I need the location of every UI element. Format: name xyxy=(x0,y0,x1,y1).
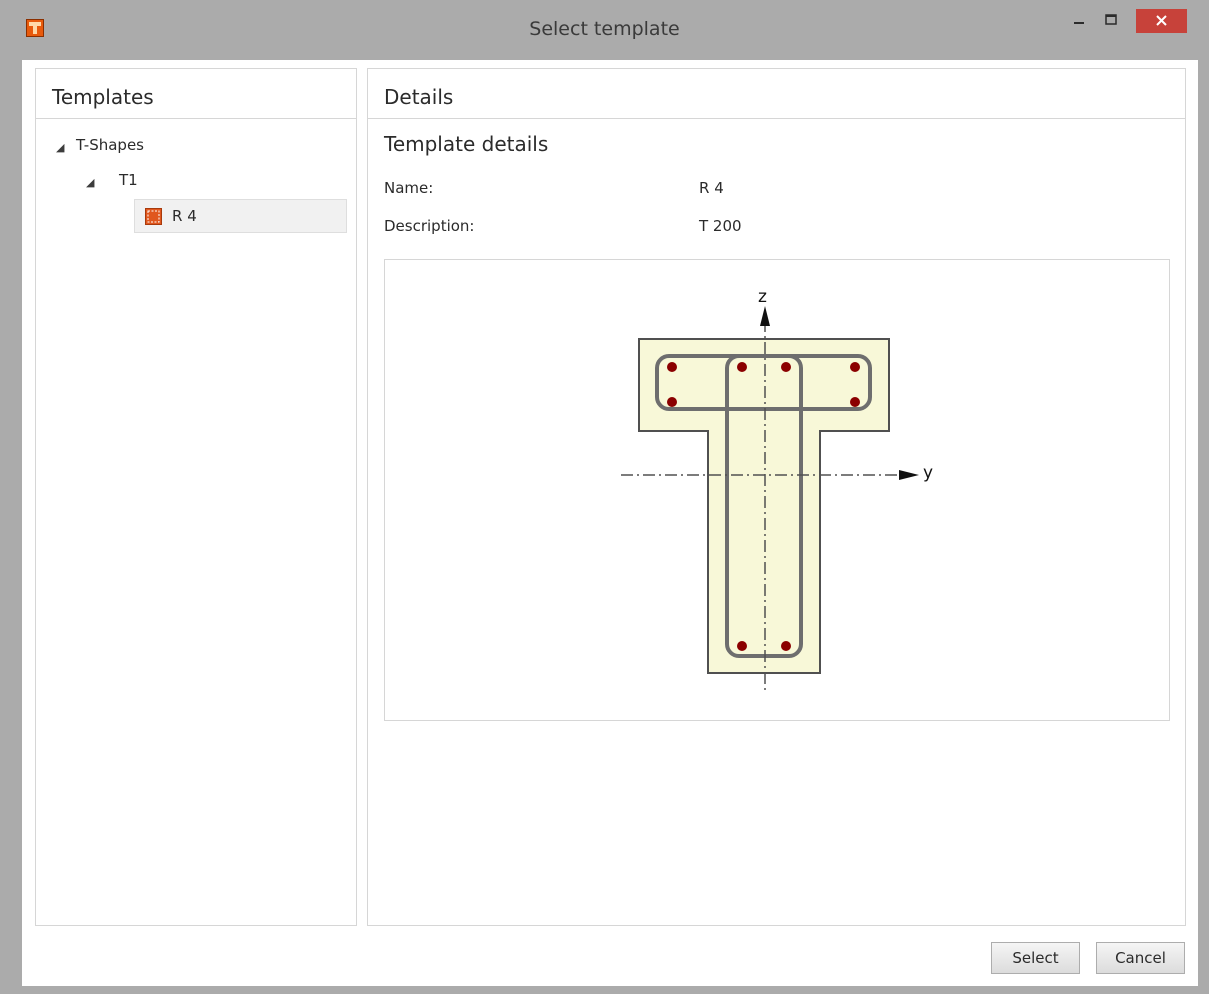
details-panel: Details Template details Name: R 4 Descr… xyxy=(367,68,1186,926)
name-label: Name: xyxy=(384,179,434,197)
name-value: R 4 xyxy=(699,179,724,197)
rebar xyxy=(850,397,860,407)
tree-node-t-shapes[interactable]: T-Shapes xyxy=(76,136,144,154)
template-details-title: Template details xyxy=(384,132,549,156)
y-axis-arrow-icon xyxy=(899,470,919,480)
tree-node-t1[interactable]: T1 xyxy=(119,171,138,189)
close-icon xyxy=(1156,15,1167,26)
rebar xyxy=(850,362,860,372)
close-button[interactable] xyxy=(1136,9,1187,33)
cancel-button[interactable]: Cancel xyxy=(1096,942,1185,974)
rebar xyxy=(667,397,677,407)
z-axis-arrow-icon xyxy=(760,306,770,326)
cross-section-preview: z y xyxy=(384,259,1170,721)
templates-panel: Templates ◢ T-Shapes ◢ T1 R 4 xyxy=(35,68,357,926)
maximize-button[interactable] xyxy=(1096,9,1126,33)
rebar xyxy=(667,362,677,372)
t-section-drawing: z y xyxy=(621,287,933,692)
description-value: T 200 xyxy=(699,217,742,235)
minimize-button[interactable] xyxy=(1064,9,1094,33)
title-bar[interactable]: Select template xyxy=(0,0,1209,60)
select-button[interactable]: Select xyxy=(991,942,1080,974)
window-title: Select template xyxy=(529,18,680,40)
z-axis-label: z xyxy=(758,287,767,307)
rebar xyxy=(781,362,791,372)
template-icon xyxy=(145,208,162,225)
maximize-icon xyxy=(1105,14,1117,25)
templates-header: Templates xyxy=(36,69,356,119)
rebar xyxy=(781,641,791,651)
y-axis-label: y xyxy=(923,463,933,483)
minimize-icon xyxy=(1074,22,1084,24)
tree-item-r4[interactable]: R 4 xyxy=(134,199,347,233)
concrete-outline xyxy=(638,338,890,674)
expand-arrow-icon[interactable]: ◢ xyxy=(86,176,94,189)
expand-arrow-icon[interactable]: ◢ xyxy=(56,141,64,154)
select-template-dialog: Select template Templates ◢ T-Shapes ◢ T… xyxy=(0,0,1209,994)
tree-item-label: R 4 xyxy=(172,207,197,225)
details-header: Details xyxy=(368,69,1185,119)
description-label: Description: xyxy=(384,217,475,235)
rebar xyxy=(737,362,747,372)
dialog-body: Templates ◢ T-Shapes ◢ T1 R 4 Details Te… xyxy=(22,60,1198,986)
rebar xyxy=(737,641,747,651)
